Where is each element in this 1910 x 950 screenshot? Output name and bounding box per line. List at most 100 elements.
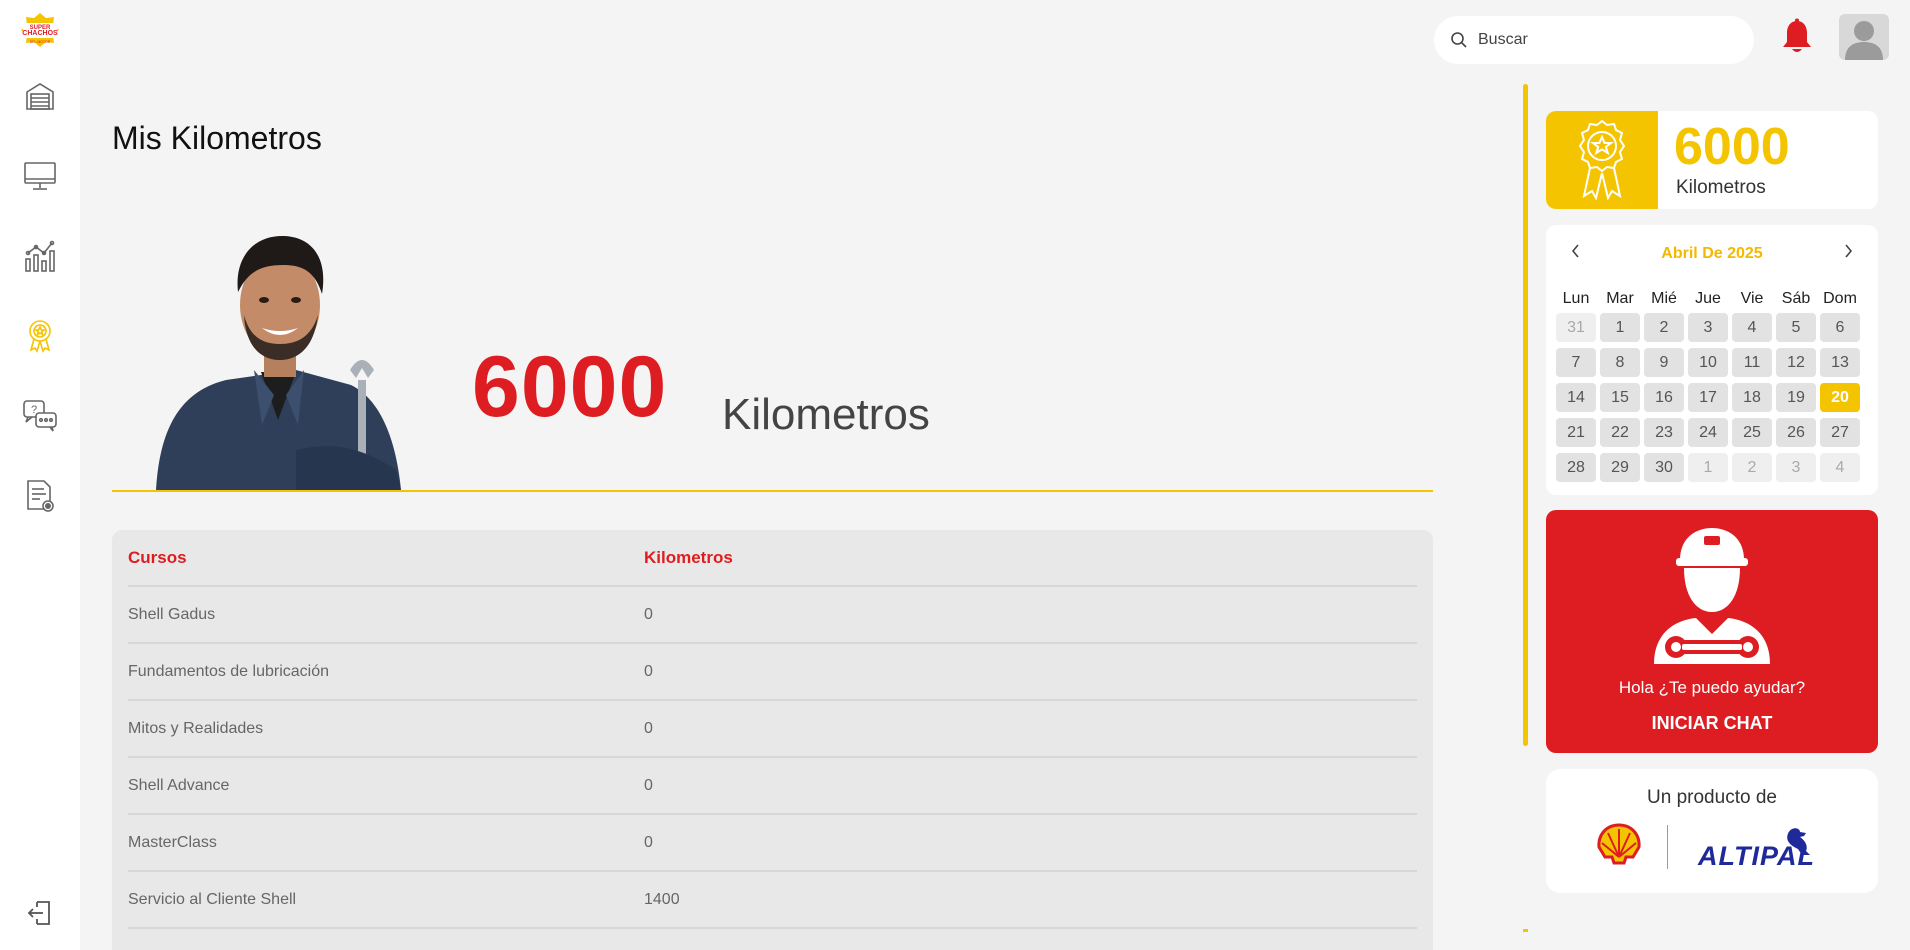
hero-km-value: 6000	[472, 339, 668, 435]
calendar-day[interactable]: 29	[1600, 453, 1640, 482]
course-km: 0	[644, 719, 653, 737]
notifications-button[interactable]	[1780, 18, 1814, 56]
calendar-day[interactable]: 26	[1776, 418, 1816, 447]
calendar-day-today[interactable]: 20	[1820, 383, 1860, 412]
calendar-next-button[interactable]	[1836, 239, 1860, 263]
search-bar	[1434, 16, 1754, 64]
calendar-day[interactable]: 25	[1732, 418, 1772, 447]
calendar-day[interactable]: 8	[1600, 348, 1640, 377]
monitor-icon	[24, 162, 56, 190]
course-name: Mitos y Realidades	[128, 719, 264, 737]
calendar-day[interactable]: 18	[1732, 383, 1772, 412]
weekday-label: Mar	[1606, 290, 1634, 307]
app-logo[interactable]: SUPER CHACHOS DEL MOTOR	[20, 12, 60, 48]
calendar-day[interactable]: 27	[1820, 418, 1860, 447]
calendar-day[interactable]: 15	[1600, 383, 1640, 412]
user-avatar[interactable]	[1839, 14, 1889, 60]
page-title: Mis Kilometros	[112, 120, 322, 156]
sidebar-item-garage[interactable]	[20, 76, 60, 116]
brand-card: Un producto de ALTIPAL	[1546, 769, 1878, 893]
column-header-cursos: Cursos	[128, 547, 187, 567]
award-icon	[29, 320, 51, 353]
calendar-day[interactable]: 3	[1776, 453, 1816, 482]
sidebar-item-monitor[interactable]	[20, 156, 60, 196]
calendar-day[interactable]: 5	[1776, 313, 1816, 342]
calendar-day[interactable]: 4	[1820, 453, 1860, 482]
calendar-day[interactable]: 19	[1776, 383, 1816, 412]
logo-line-2: CHACHOS	[22, 30, 58, 37]
search-input[interactable]	[1478, 31, 1738, 49]
calendar-day[interactable]: 24	[1688, 418, 1728, 447]
weekday-label: Vie	[1740, 290, 1764, 307]
calendar-day[interactable]: 22	[1600, 418, 1640, 447]
course-name: MasterClass	[128, 833, 217, 851]
courses-table: Cursos Kilometros Shell Gadus 0 Fundamen…	[112, 530, 1433, 950]
calendar-day[interactable]: 21	[1556, 418, 1596, 447]
logo-line-3: DEL MOTOR	[30, 40, 51, 44]
sidebar-item-documents[interactable]	[20, 476, 60, 516]
sidebar-item-stats[interactable]	[20, 236, 60, 276]
calendar-day[interactable]: 16	[1644, 383, 1684, 412]
calendar-day[interactable]: 11	[1732, 348, 1772, 377]
right-panel-scrollbar[interactable]	[1523, 84, 1528, 746]
sidebar-item-help[interactable]: ?	[20, 396, 60, 436]
calendar-day[interactable]: 17	[1688, 383, 1728, 412]
calendar-day[interactable]: 4	[1732, 313, 1772, 342]
search-icon	[1451, 32, 1467, 48]
course-km: 0	[644, 605, 653, 623]
sidebar: SUPER CHACHOS DEL MOTOR ?	[0, 0, 80, 950]
calendar-day[interactable]: 28	[1556, 453, 1596, 482]
calendar-day[interactable]: 31	[1556, 313, 1596, 342]
logout-button[interactable]	[20, 893, 60, 933]
calendar-day[interactable]: 7	[1556, 348, 1596, 377]
calendar-day[interactable]: 9	[1644, 348, 1684, 377]
table-row: Shell Advance 0	[128, 758, 1417, 815]
document-icon	[27, 480, 54, 512]
calendar-grid: Lun Mar Mié Jue Vie Sáb Dom 31 1 2 3 4 5…	[1556, 291, 1868, 482]
scrollbar-end-marker	[1523, 929, 1528, 932]
calendar-day[interactable]: 13	[1820, 348, 1860, 377]
course-km: 0	[644, 833, 653, 851]
start-chat-card[interactable]: Hola ¿Te puedo ayudar? INICIAR CHAT	[1546, 510, 1878, 753]
brand-separator	[1667, 825, 1668, 869]
altipal-logo: ALTIPAL	[1698, 841, 1815, 871]
garage-icon	[26, 83, 54, 110]
hero-km-label: Kilometros	[722, 390, 930, 439]
calendar-widget: Abril De 2025 Lun Mar Mié Jue Vie Sáb Do…	[1546, 225, 1878, 495]
calendar-day[interactable]: 23	[1644, 418, 1684, 447]
table-row: MasterClass 0	[128, 815, 1417, 872]
course-name: Servicio al Cliente Shell	[128, 890, 297, 908]
calendar-day[interactable]: 2	[1644, 313, 1684, 342]
column-header-kilometros: Kilometros	[644, 547, 733, 567]
calendar-day[interactable]: 3	[1688, 313, 1728, 342]
calendar-day[interactable]: 1	[1688, 453, 1728, 482]
weekday-label: Dom	[1823, 290, 1857, 307]
calendar-day[interactable]: 1	[1600, 313, 1640, 342]
calendar-day[interactable]: 14	[1556, 383, 1596, 412]
table-row: Mitos y Realidades 0	[128, 701, 1417, 758]
sidebar-item-kilometros[interactable]	[20, 316, 60, 356]
calendar-day[interactable]: 2	[1732, 453, 1772, 482]
brand-text: Un producto de	[1647, 787, 1777, 808]
course-km: 0	[644, 776, 653, 794]
user-icon	[1845, 21, 1883, 60]
weekday-label: Lun	[1562, 290, 1590, 307]
course-km: 1400	[644, 890, 680, 908]
calendar-day[interactable]: 12	[1776, 348, 1816, 377]
calendar-day[interactable]: 30	[1644, 453, 1684, 482]
calendar-month-title: Abril De 2025	[1661, 245, 1763, 262]
chevron-right-icon	[1845, 244, 1853, 258]
start-chat-button[interactable]: INICIAR CHAT	[1546, 713, 1878, 734]
course-name: Shell Advance	[128, 776, 230, 794]
logout-icon	[27, 901, 50, 925]
calendar-day[interactable]: 6	[1820, 313, 1860, 342]
table-row: Shell Gadus 0	[128, 587, 1417, 644]
bell-icon	[1783, 18, 1811, 52]
kilometros-hero: 6000 Kilometros	[112, 220, 1433, 492]
shell-logo-icon	[1597, 823, 1641, 865]
calendar-day[interactable]: 10	[1688, 348, 1728, 377]
chat-help-icon: ?	[23, 400, 57, 432]
course-km: 0	[644, 662, 653, 680]
table-header-row: Cursos Kilometros	[128, 530, 1417, 587]
table-row: Servicio al Cliente Shell 1400	[128, 872, 1417, 929]
